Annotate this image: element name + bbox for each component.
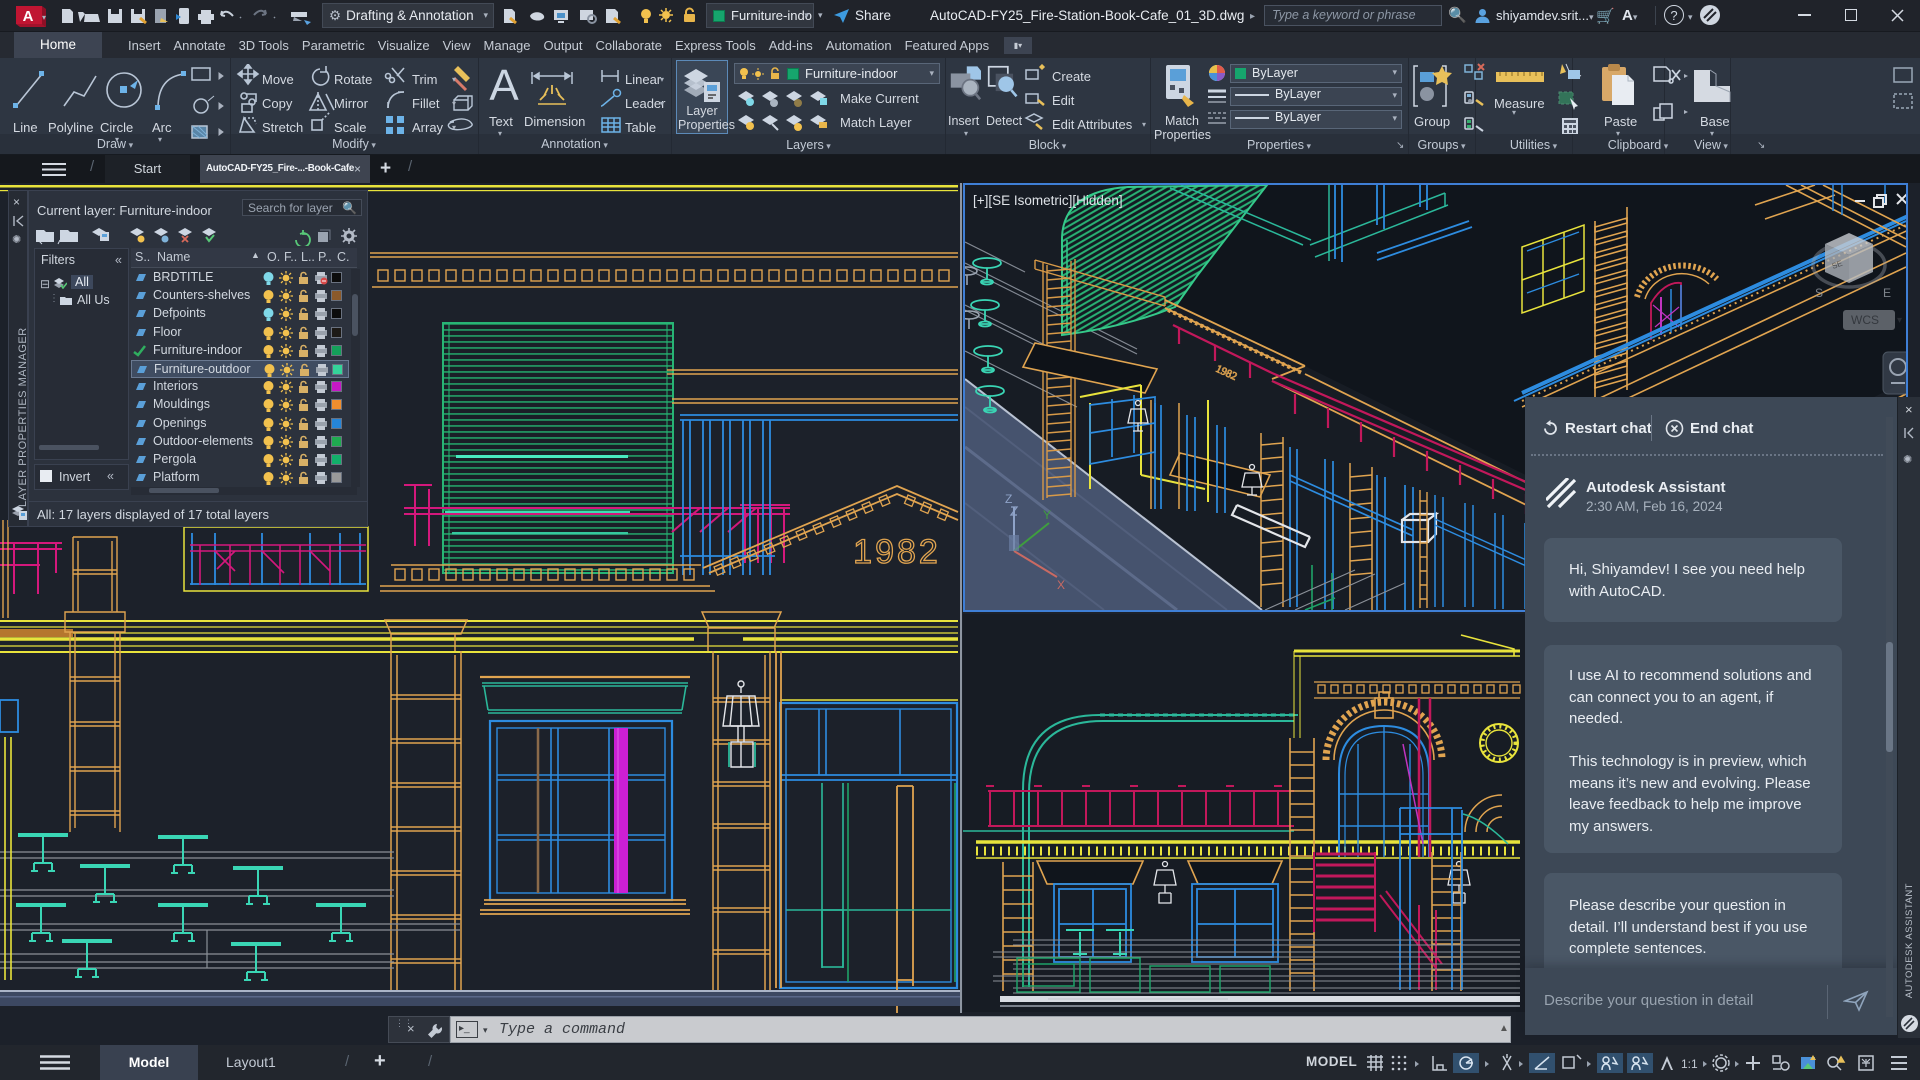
svg-text:1982: 1982 <box>853 533 941 571</box>
svg-text:Z: Z <box>1005 492 1012 506</box>
svg-text:A: A <box>23 8 34 25</box>
svg-text:Y: Y <box>1043 508 1051 522</box>
svg-text:1:1: 1:1 <box>1681 1057 1698 1071</box>
svg-text:S: S <box>1815 286 1823 300</box>
svg-text:E: E <box>1883 286 1891 300</box>
svg-text:1982: 1982 <box>1214 363 1239 383</box>
svg-text:[+][SE Isometric][Hidden]: [+][SE Isometric][Hidden] <box>973 193 1123 208</box>
svg-text:WCS: WCS <box>1851 313 1879 327</box>
svg-text:X: X <box>1057 578 1065 592</box>
svg-text:▾: ▾ <box>1897 315 1902 326</box>
